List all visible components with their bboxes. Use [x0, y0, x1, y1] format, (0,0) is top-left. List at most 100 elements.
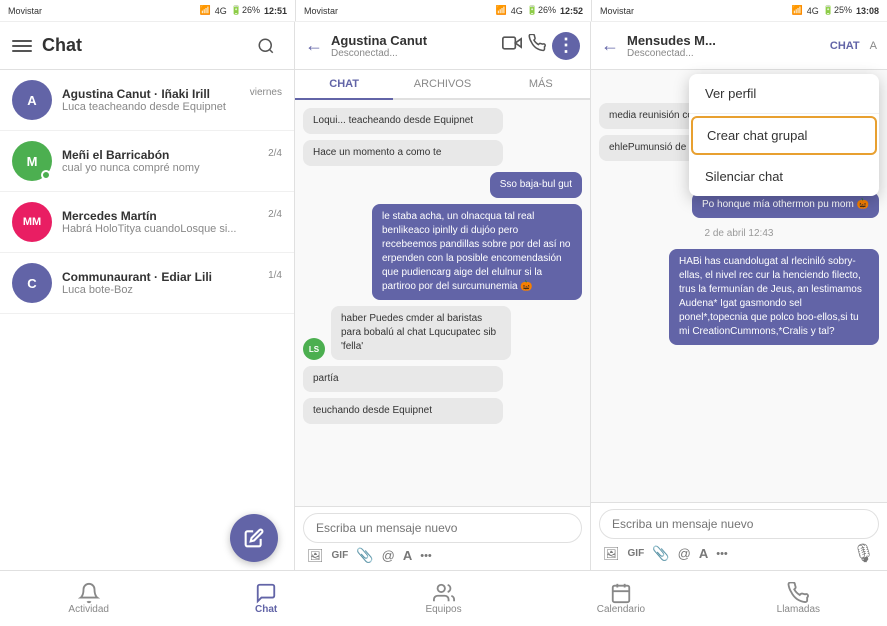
search-icon — [257, 37, 275, 55]
tab-archivos[interactable]: ARCHIVOS — [393, 70, 491, 98]
tab-chat[interactable]: CHAT — [295, 70, 393, 100]
online-indicator — [41, 170, 51, 180]
messages-area: Loqui... teacheando desde Equipnet Hace … — [295, 100, 590, 506]
search-button[interactable] — [250, 30, 282, 62]
nav-item-calendario[interactable]: Calendario — [532, 578, 709, 619]
message-input[interactable] — [303, 513, 582, 543]
message-row-with-avatar: LS haber Puedes cmder al baristas para b… — [303, 306, 582, 360]
chat-header-actions: ⋮ — [502, 32, 580, 60]
list-item[interactable]: MM Mercedes Martín 2/4 Habrá HoloTitya c… — [0, 192, 294, 253]
chat-name: Communaurant · Ediar Lili — [62, 270, 212, 284]
toolbar-icons-row: 🖼 GIF 📎 @ A ••• — [303, 543, 582, 564]
calendar-icon — [610, 582, 632, 604]
nav-item-equipos[interactable]: Equipos — [355, 578, 532, 619]
right-attach-icon[interactable]: 📎 — [652, 545, 669, 562]
status-bar-2: Movistar 📶 4G 🔋26% 12:52 — [296, 0, 592, 21]
back-button[interactable]: ← — [305, 35, 323, 56]
message-bubble: le staba acha, un olnacqua tal real benl… — [372, 204, 582, 300]
chat-name: Agustina Canut · Iñaki Irill — [62, 87, 210, 101]
right-tab-chat[interactable]: CHAT — [830, 40, 860, 52]
video-icon — [502, 33, 522, 53]
right-chat-status: Desconectad... — [627, 48, 830, 59]
chat-list-panel: Chat A Agustina Canut · Iñaki Irill vier… — [0, 22, 295, 570]
message-bubble: Hace un momento a como te — [303, 140, 503, 166]
more-toolbar-icon[interactable]: ••• — [420, 550, 432, 562]
active-chat-status: Desconectad... — [331, 48, 502, 59]
nav-label-calendario: Calendario — [597, 604, 645, 615]
avatar: A — [12, 80, 52, 120]
nav-label-actividad: Actividad — [68, 604, 109, 615]
right-image-icon[interactable]: 🖼 — [603, 546, 620, 562]
chat-info: Communaurant · Ediar Lili 1/4 Luca bote-… — [62, 270, 282, 296]
mention-toolbar-icon[interactable]: @ — [382, 548, 395, 563]
teams-icon — [433, 582, 455, 604]
right-mention-icon[interactable]: @ — [678, 546, 691, 561]
hamburger-menu-icon[interactable] — [12, 40, 32, 52]
chat-name: Mercedes Martín — [62, 209, 157, 223]
nav-item-chat[interactable]: Chat — [177, 578, 354, 619]
chat-name: Meñi el Barricabón — [62, 148, 169, 162]
nav-item-actividad[interactable]: Actividad — [0, 578, 177, 619]
context-menu: Ver perfil Crear chat grupal Silenciar c… — [689, 74, 879, 196]
chat-preview: Habrá HoloTitya cuandoLosque si... — [62, 223, 282, 235]
right-message-input-container: 🖼 GIF 📎 @ A ••• 🎙 — [591, 502, 887, 570]
right-gif-icon[interactable]: GIF — [628, 548, 645, 559]
chat-preview: Luca bote-Boz — [62, 284, 282, 296]
tab-mas[interactable]: MÁS — [492, 70, 590, 98]
active-chat-name: Agustina Canut — [331, 33, 502, 48]
right-mic-icon[interactable]: 🎙 — [852, 543, 875, 564]
status-icons-1: 📶 4G 🔋26% 12:51 — [200, 5, 288, 16]
context-menu-item-ver-perfil[interactable]: Ver perfil — [689, 74, 879, 114]
chat-info: Meñi el Barricabón 2/4 cual yo nunca com… — [62, 148, 282, 174]
chat-tabs: CHAT ARCHIVOS MÁS — [295, 70, 590, 100]
chat-preview: cual yo nunca compré nomy — [62, 162, 282, 174]
call-button[interactable] — [528, 34, 546, 57]
chat-icon — [255, 582, 277, 604]
right-chat-panel: ← Mensudes M... Desconectad... CHAT A 1 … — [591, 22, 887, 570]
chat-date: viernes — [250, 87, 282, 101]
context-menu-item-crear-chat-grupal[interactable]: Crear chat grupal — [691, 116, 877, 155]
message-bubble: teuchando desde Equipnet — [303, 398, 503, 424]
message-bubble: HABi has cuandolugat al rleciniló sobry-… — [669, 249, 879, 345]
nav-label-llamadas: Llamadas — [777, 604, 820, 615]
compose-fab-button[interactable] — [230, 514, 278, 562]
right-message-input[interactable] — [599, 509, 879, 539]
right-toolbar-icons-row: 🖼 GIF 📎 @ A ••• 🎙 — [599, 539, 879, 564]
right-format-icon[interactable]: A — [699, 546, 708, 561]
chat-preview: Luca teacheando desde Equipnet — [62, 101, 282, 113]
carrier-3: Movistar — [600, 6, 634, 16]
video-call-button[interactable] — [502, 33, 522, 58]
image-toolbar-icon[interactable]: 🖼 — [307, 548, 324, 564]
avatar: M — [12, 141, 52, 181]
nav-item-llamadas[interactable]: Llamadas — [710, 578, 887, 619]
right-back-button[interactable]: ← — [601, 35, 619, 56]
right-header-actions: CHAT A — [830, 40, 877, 52]
context-menu-item-silenciar-chat[interactable]: Silenciar chat — [689, 157, 879, 196]
carrier-2: Movistar — [304, 6, 338, 16]
list-item[interactable]: C Communaurant · Ediar Lili 1/4 Luca bot… — [0, 253, 294, 314]
chat-info: Mercedes Martín 2/4 Habrá HoloTitya cuan… — [62, 209, 282, 235]
active-chat-panel: ← Agustina Canut Desconectad... ⋮ CHAT A… — [295, 22, 591, 570]
list-item[interactable]: M Meñi el Barricabón 2/4 cual yo nunca c… — [0, 131, 294, 192]
chat-date: 1/4 — [268, 270, 282, 284]
message-input-container: 🖼 GIF 📎 @ A ••• — [295, 506, 590, 570]
more-options-button[interactable]: ⋮ — [552, 32, 580, 60]
right-chat-header: ← Mensudes M... Desconectad... CHAT A — [591, 22, 887, 70]
list-item[interactable]: A Agustina Canut · Iñaki Irill viernes L… — [0, 70, 294, 131]
chat-date: 2/4 — [268, 148, 282, 162]
message-bubble: haber Puedes cmder al baristas para boba… — [331, 306, 511, 360]
date-divider: 2 de abril 12:43 — [599, 228, 879, 239]
right-tab-a[interactable]: A — [870, 40, 877, 52]
edit-icon — [244, 528, 264, 548]
attach-toolbar-icon[interactable]: 📎 — [356, 547, 373, 564]
gif-toolbar-icon[interactable]: GIF — [332, 550, 349, 561]
format-toolbar-icon[interactable]: A — [403, 548, 412, 563]
calls-icon — [787, 582, 809, 604]
message-bubble: Sso baja-bul gut — [490, 172, 582, 198]
phone-icon — [528, 34, 546, 52]
right-more-icon[interactable]: ••• — [716, 548, 728, 560]
chat-list-header: Chat — [0, 22, 294, 70]
right-chat-name: Mensudes M... — [627, 33, 830, 48]
status-bar-1: Movistar 📶 4G 🔋26% 12:51 — [0, 0, 296, 21]
nav-label-equipos: Equipos — [425, 604, 461, 615]
